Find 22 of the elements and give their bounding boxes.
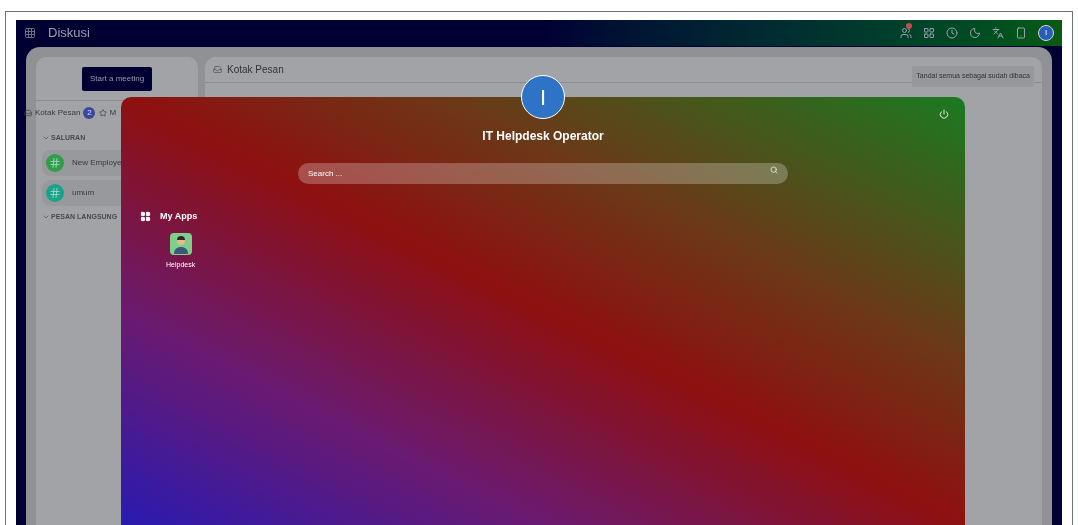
- star-icon: [99, 109, 108, 117]
- phone-icon[interactable]: [1015, 27, 1027, 39]
- unread-count-badge: 2: [83, 107, 96, 119]
- user-avatar[interactable]: I: [1038, 25, 1054, 41]
- app-title: Diskusi: [48, 24, 90, 43]
- power-icon[interactable]: [939, 109, 949, 119]
- helpdesk-worker-icon: [169, 232, 192, 255]
- apps-icon: [140, 211, 151, 223]
- translate-icon[interactable]: [992, 27, 1004, 39]
- search-icon[interactable]: [770, 166, 778, 174]
- grid-icon[interactable]: [923, 27, 935, 39]
- starred-tab[interactable]: M: [99, 107, 117, 119]
- start-meeting-button[interactable]: Start a meeting: [81, 66, 153, 91]
- inbox-icon: [213, 65, 222, 74]
- section-title: My Apps: [160, 210, 198, 223]
- clock-icon[interactable]: [946, 27, 958, 39]
- apps-grid-icon[interactable]: [24, 27, 36, 39]
- inbox-title: Kotak Pesan: [227, 63, 284, 77]
- inbox-tab[interactable]: Kotak Pesan 2: [24, 107, 96, 119]
- moon-icon[interactable]: [969, 27, 981, 39]
- user-name: IT Helpdesk Operator: [482, 128, 604, 145]
- inbox-icon: [24, 109, 32, 117]
